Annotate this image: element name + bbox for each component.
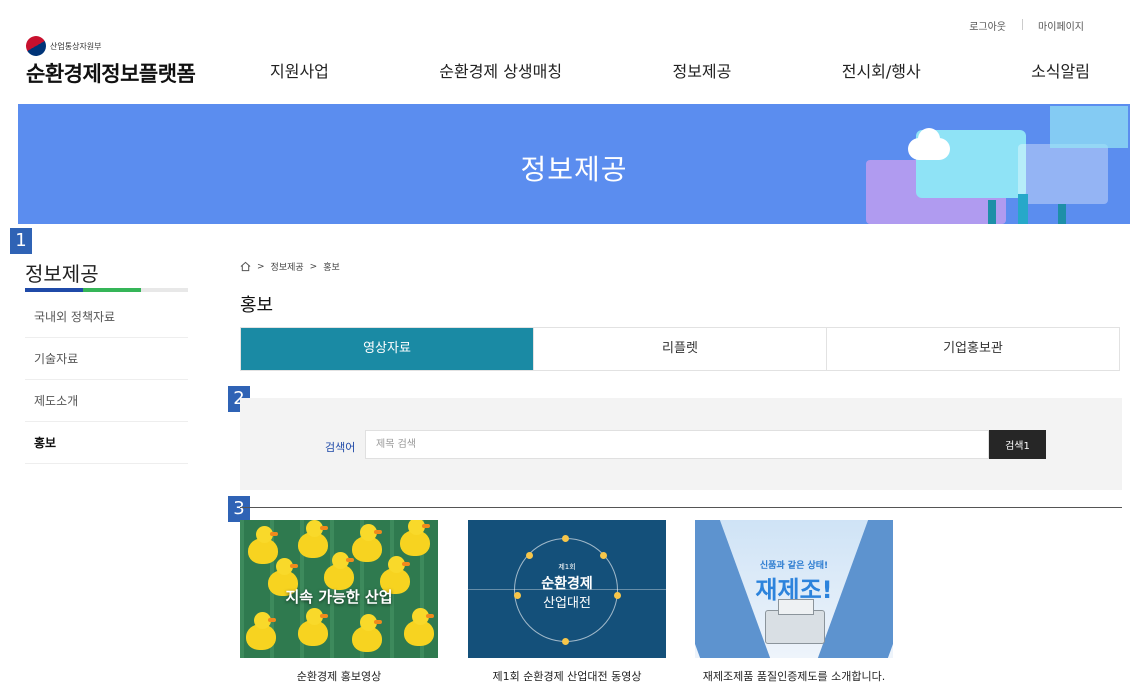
search-button[interactable]: 검색1 (989, 430, 1046, 459)
video-title[interactable]: 재제조제품 품질인증제도를 소개합니다. (695, 668, 893, 684)
logout-link[interactable]: 로그아웃 (953, 18, 1022, 33)
cloud-icon (908, 128, 950, 160)
nav-matching[interactable]: 순환경제 상생매칭 (439, 58, 562, 82)
duck-icon (404, 608, 434, 646)
video-title[interactable]: 제1회 순환경제 산업대전 동영상 (468, 668, 666, 684)
platform-logo-text[interactable]: 순환경제정보플랫폼 (26, 58, 196, 88)
tab-leaflet[interactable]: 리플렛 (533, 328, 826, 370)
cycle-node-icon (526, 552, 533, 559)
duck-icon (298, 520, 328, 558)
nav-support-projects[interactable]: 지원사업 (270, 58, 329, 82)
video-title[interactable]: 순환경제 홍보영상 (240, 668, 438, 684)
underline-blue-segment (25, 288, 83, 292)
video-card-promotion[interactable]: 지속 가능한 산업 순환경제 홍보영상 (240, 520, 438, 684)
ministry-logo[interactable]: 산업통상자원부 (22, 32, 102, 60)
ministry-name: 산업통상자원부 (50, 41, 102, 51)
duck-icon (248, 526, 278, 564)
thumbnail-title: 순환경제 (541, 576, 593, 592)
cycle-node-icon (562, 535, 569, 542)
video-thumbnail[interactable]: 신품과 같은 상태! 재제조! (695, 520, 893, 658)
search-input[interactable] (365, 430, 989, 459)
duck-icon (352, 524, 382, 562)
video-thumbnail[interactable]: 제1회 순환경제 산업대전 (468, 520, 666, 658)
thumbnail-edition: 제1회 (558, 563, 576, 571)
sidebar-title-underline (25, 288, 188, 292)
banner-decoration (1018, 144, 1108, 204)
sidebar-item-promotion[interactable]: 홍보 (25, 422, 188, 464)
breadcrumb-separator: > (257, 261, 265, 272)
sidebar-item-technical-materials[interactable]: 기술자료 (25, 338, 188, 380)
page-title: 홍보 (240, 295, 274, 316)
duck-icon (298, 608, 328, 646)
nav-exhibitions[interactable]: 전시회/행사 (842, 58, 921, 82)
video-thumbnail[interactable]: 지속 가능한 산업 (240, 520, 438, 658)
cycle-node-icon (600, 552, 607, 559)
thumbnail-subtitle: 산업대전 (543, 596, 591, 611)
duck-icon (352, 614, 382, 652)
duck-icon (400, 520, 430, 556)
sidebar-title: 정보제공 (25, 262, 99, 286)
taegeuk-emblem-icon (22, 32, 50, 60)
annotation-marker-1: 1 (10, 228, 32, 254)
content-tabs: 영상자료 리플렛 기업홍보관 (240, 327, 1120, 371)
banner-decoration (1018, 194, 1028, 224)
breadcrumb-information[interactable]: 정보제공 (271, 260, 304, 273)
sidebar-item-system-introduction[interactable]: 제도소개 (25, 380, 188, 422)
search-label: 검색어 (325, 441, 356, 454)
thumbnail-caption: 지속 가능한 산업 (285, 588, 393, 606)
mypage-link[interactable]: 마이페이지 (1022, 18, 1100, 33)
banner-decoration (1058, 204, 1066, 224)
video-card-remanufacturing[interactable]: 신품과 같은 상태! 재제조! 재제조제품 품질인증제도를 소개합니다. (695, 520, 893, 684)
utility-links: 로그아웃 마이페이지 (953, 18, 1100, 33)
duck-icon (246, 612, 276, 650)
breadcrumb-separator: > (309, 261, 318, 272)
cycle-node-icon (562, 638, 569, 645)
tab-video-materials[interactable]: 영상자료 (241, 328, 533, 370)
banner-decoration (1050, 106, 1128, 148)
video-card-industry-expo[interactable]: 제1회 순환경제 산업대전 제1회 순환경제 산업대전 동영상 (468, 520, 666, 684)
underline-green-segment (83, 288, 141, 292)
main-navigation: 지원사업 순환경제 상생매칭 정보제공 전시회/행사 소식알림 (270, 58, 1090, 82)
machine-illustration-icon (765, 599, 825, 644)
home-icon[interactable] (240, 261, 251, 272)
list-divider (240, 507, 1122, 508)
breadcrumb: > 정보제공 > 홍보 (240, 260, 340, 273)
nav-news[interactable]: 소식알림 (1031, 58, 1090, 82)
search-panel: 검색어 검색1 (240, 398, 1122, 490)
page-banner: 정보제공 (18, 104, 1130, 224)
sidebar-item-policy-materials[interactable]: 국내외 정책자료 (25, 296, 188, 338)
nav-information[interactable]: 정보제공 (672, 58, 731, 82)
annotation-marker-3: 3 (228, 496, 250, 522)
banner-decoration (988, 200, 996, 224)
sidebar-menu: 국내외 정책자료 기술자료 제도소개 홍보 (25, 296, 188, 464)
tab-company-promotion[interactable]: 기업홍보관 (826, 328, 1119, 370)
breadcrumb-promotion[interactable]: 홍보 (323, 260, 340, 273)
